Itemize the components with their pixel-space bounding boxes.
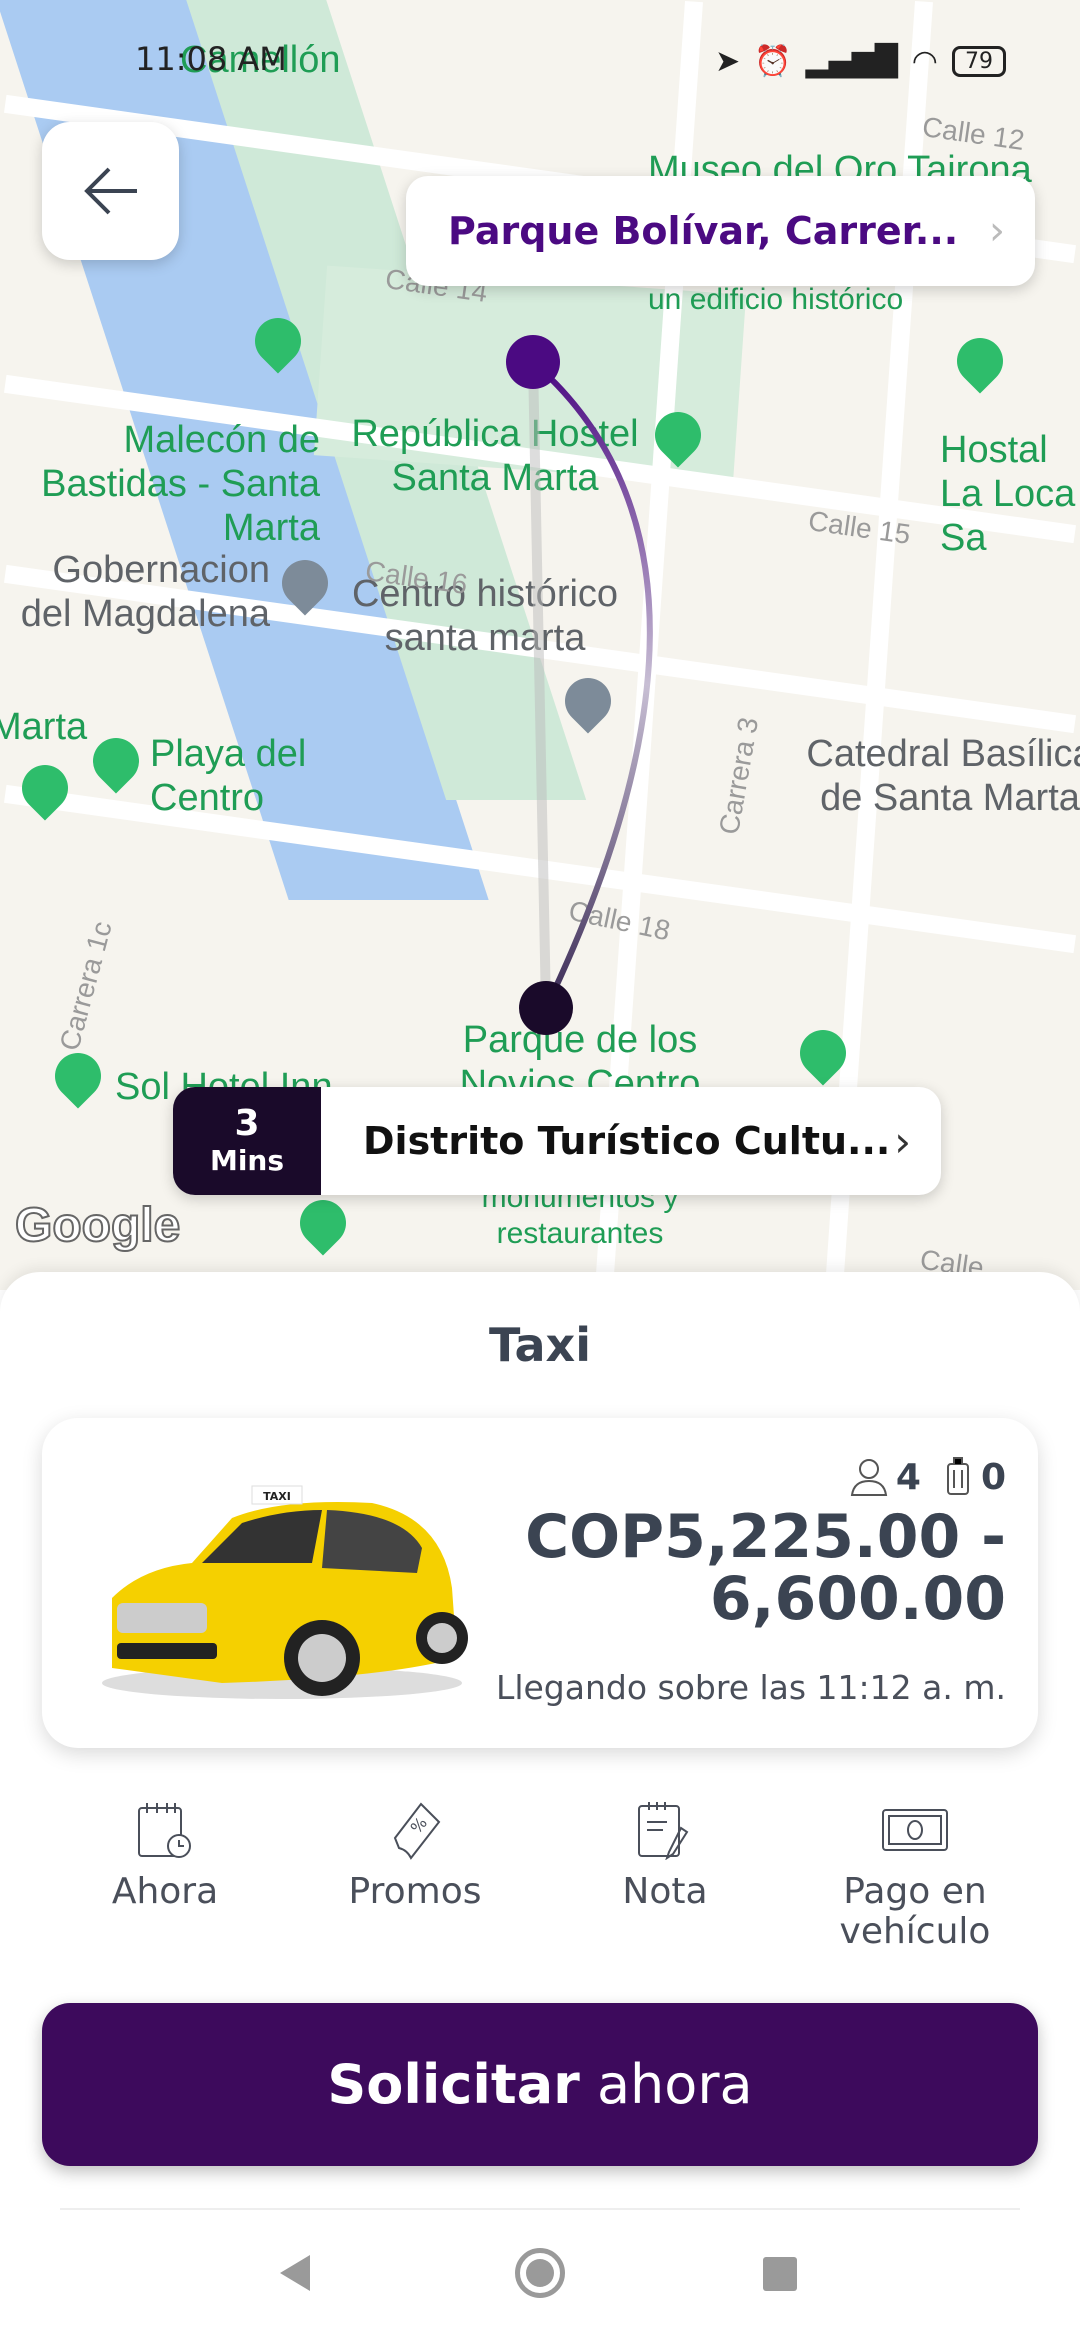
vehicle-card[interactable]: TAXI 4 0 COP5,225.00 - 6,600.00 Llegando… (42, 1418, 1038, 1748)
origin-pill[interactable]: Parque Bolívar, Carrer... › (406, 176, 1035, 286)
seats-count: 4 (895, 1456, 921, 1498)
price-range: COP5,225.00 - 6,600.00 (525, 1506, 1006, 1630)
sheet-title: Taxi (489, 1318, 591, 1372)
capacity: 4 0 (850, 1456, 1006, 1498)
option-promos[interactable]: % Promos (290, 1800, 540, 1912)
destination-marker (519, 981, 573, 1035)
alarm-icon: ⏰ (754, 44, 792, 79)
calendar-clock-icon (138, 1803, 191, 1858)
origin-marker (506, 335, 560, 389)
request-bold: Solicitar (327, 2053, 580, 2116)
option-pago-en-vehiculo[interactable]: Pago en vehículo (790, 1800, 1040, 1952)
nav-back-button[interactable] (280, 2255, 310, 2291)
option-ahora[interactable]: Ahora (40, 1800, 290, 1912)
request-now-button[interactable]: Solicitar ahora (42, 2003, 1038, 2166)
destination-pill[interactable]: 3 Mins Distrito Turístico Cultu... › (173, 1087, 941, 1195)
chevron-right-icon: › (989, 208, 1005, 254)
back-button[interactable] (42, 122, 179, 260)
arrow-left-icon (83, 167, 137, 215)
luggage-count: 0 (980, 1456, 1006, 1498)
nav-home-button[interactable] (515, 2248, 565, 2298)
person-icon (850, 1459, 888, 1496)
destination-label: Distrito Turístico Cultu... (363, 1119, 891, 1163)
eta-value: 3 (234, 1103, 260, 1144)
request-light: ahora (579, 2053, 753, 2116)
wifi-icon: ◠ (911, 44, 938, 79)
luggage-icon (946, 1457, 969, 1495)
taxi-car-image: TAXI (102, 1485, 468, 1699)
divider (60, 2208, 1020, 2210)
option-label: Pago en vehículo (839, 1871, 991, 1952)
nav-recents-button[interactable] (763, 2257, 797, 2291)
price-min: COP5,225.00 - (525, 1502, 1006, 1572)
origin-label: Parque Bolívar, Carrer... (448, 209, 959, 253)
status-time: 11:08 AM (135, 40, 287, 78)
ticket-percent-icon: % (393, 1802, 441, 1860)
option-label: Promos (348, 1871, 482, 1912)
signal-icon: ▂▄▆█ (805, 44, 898, 79)
price-max: 6,600.00 (709, 1564, 1006, 1634)
cash-icon (882, 1809, 948, 1851)
status-icons: ➤ ⏰ ▂▄▆█ ◠ 79 (715, 44, 1006, 79)
google-logo: Google (14, 1198, 181, 1253)
battery-icon: 79 (951, 46, 1006, 77)
option-label: Nota (622, 1871, 708, 1912)
option-nota[interactable]: Nota (540, 1800, 790, 1912)
taxi-sign-text: TAXI (263, 1490, 291, 1503)
chevron-right-icon: › (894, 1116, 911, 1166)
option-label: Ahora (111, 1871, 219, 1912)
notepad-pencil-icon (638, 1802, 689, 1860)
eta-badge: 3 Mins (173, 1087, 321, 1195)
location-arrow-icon: ➤ (715, 44, 741, 79)
eta-unit: Mins (209, 1144, 285, 1177)
arrival-time: Llegando sobre las 11:12 a. m. (495, 1668, 1006, 1707)
